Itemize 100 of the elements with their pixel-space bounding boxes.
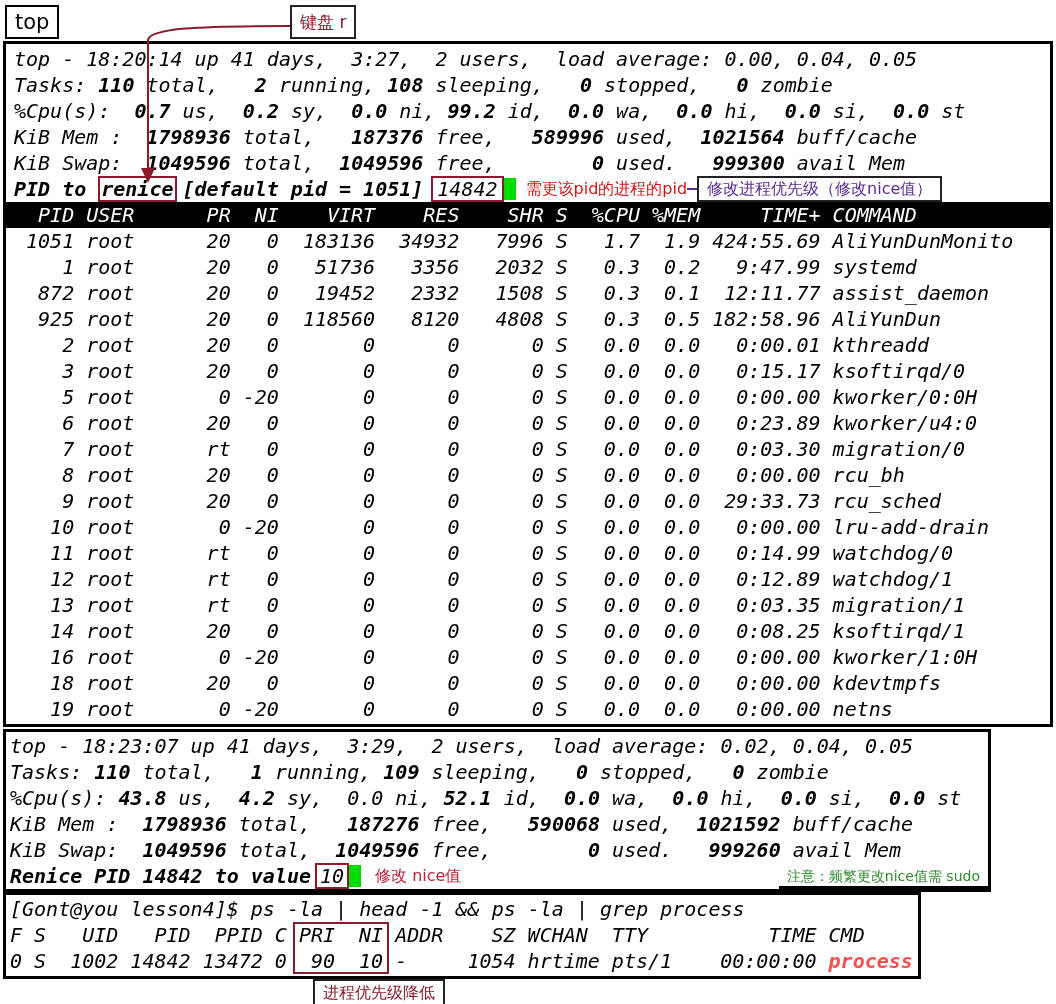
table-cell-text: 0.0 xyxy=(663,618,701,644)
table-cell-text: 5 xyxy=(61,384,75,410)
table-cell-text: root xyxy=(86,384,136,410)
column-header[interactable]: SHR xyxy=(471,202,544,228)
table-cell-text: 0 xyxy=(530,592,544,618)
table-cell: S xyxy=(555,670,568,696)
table-cell-text: 0 xyxy=(265,228,279,254)
annotation-label: 修改进程优先级（修改nice值） xyxy=(697,176,943,202)
table-cell-text: migration/0 xyxy=(832,436,967,462)
annotation-label: 键盘 r xyxy=(290,5,357,39)
table-cell: S xyxy=(555,254,568,280)
table-cell-text: 0 xyxy=(265,436,279,462)
table-cell-text: root xyxy=(86,228,136,254)
column-header: CMD xyxy=(828,922,866,948)
prompt-text: [default pid = 1051] xyxy=(182,176,424,203)
table-cell-text: kdevtmpfs xyxy=(832,670,942,696)
column-header[interactable]: %CPU xyxy=(579,202,640,228)
table-cell-text: 90 xyxy=(309,948,335,974)
table-cell-text: 0.3 xyxy=(602,254,640,280)
table-cell-text: 0 xyxy=(530,670,544,696)
column-header: UID xyxy=(81,922,119,948)
table-cell-text: 0 xyxy=(446,332,460,358)
table-cell-text: root xyxy=(86,514,136,540)
value-entry[interactable]: 10 xyxy=(315,863,350,889)
table-cell-text: kworker/0:0H xyxy=(832,384,979,410)
table-cell-text: root xyxy=(86,696,136,722)
table-cell-text: 0 xyxy=(446,540,460,566)
table-cell-text: 51736 xyxy=(313,254,376,280)
table-cell-text: 13 xyxy=(49,592,75,618)
table-cell: S xyxy=(555,462,568,488)
table-cell-text: 1.7 xyxy=(602,228,640,254)
table-cell: S xyxy=(555,358,568,384)
terminal-line: KiB Swap: 1049596 total, 1049596 free, 0 used. 999260 avail Mem xyxy=(10,837,903,863)
table-cell: S xyxy=(555,592,568,618)
table-cell: S xyxy=(555,540,568,566)
table-cell-text: 0 xyxy=(446,514,460,540)
terminal-line: KiB Mem : 1798936 total, 187276 free, 590068 used, 1021592 buff/cache xyxy=(10,811,915,837)
table-cell-text: 7 xyxy=(61,436,75,462)
table-cell: S xyxy=(555,488,568,514)
column-header[interactable]: PR xyxy=(194,202,231,228)
column-header[interactable]: COMMAND xyxy=(832,202,1042,228)
table-cell-text: rcu_bh xyxy=(832,462,906,488)
table-cell-text: rt xyxy=(205,540,231,566)
table-cell-text: 0.0 xyxy=(602,566,640,592)
table-cell-text: 0.0 xyxy=(663,540,701,566)
table-cell-text: rt xyxy=(205,566,231,592)
column-header[interactable]: TIME+ xyxy=(712,202,821,228)
table-cell: 14842 xyxy=(130,948,191,974)
table-cell-text: rt xyxy=(205,436,231,462)
terminal-line: Tasks: 110 total, 2 running, 108 sleeping, 0 stopped, 0 zombie xyxy=(14,72,834,98)
column-header[interactable]: NI xyxy=(242,202,279,228)
table-cell-text: 0.0 xyxy=(663,670,701,696)
table-cell-text: 0.0 xyxy=(663,696,701,722)
table-cell-text: 0 xyxy=(362,514,376,540)
table-cell-text: 0 xyxy=(446,670,460,696)
table-cell-text: 0 xyxy=(446,618,460,644)
column-header[interactable]: RES xyxy=(387,202,460,228)
table-cell: -20 xyxy=(242,644,279,670)
pid-entry[interactable]: 14842 xyxy=(431,176,504,202)
table-cell-text: 0 xyxy=(265,358,279,384)
table-cell-text: 1.9 xyxy=(663,228,701,254)
table-cell-text: 0 xyxy=(362,696,376,722)
table-cell-text: 1508 xyxy=(494,280,544,306)
table-cell-text: 0.0 xyxy=(663,358,701,384)
table-cell-text: 0 xyxy=(446,436,460,462)
column-header: S xyxy=(34,922,47,948)
table-cell-text: 0.0 xyxy=(663,514,701,540)
table-cell-text: 20 xyxy=(205,228,231,254)
table-cell-text: 0:00.01 xyxy=(735,332,821,358)
column-header[interactable]: S xyxy=(555,202,568,228)
table-cell-text: 1002 xyxy=(69,948,119,974)
table-cell-text: 0 xyxy=(362,436,376,462)
table-cell-text: 2332 xyxy=(410,280,460,306)
column-header[interactable]: %MEM xyxy=(652,202,701,228)
table-cell: 0 xyxy=(10,948,23,974)
table-cell: S xyxy=(555,384,568,410)
terminal-line: KiB Swap: 1049596 total, 1049596 free, 0 used. 999300 avail Mem xyxy=(14,150,907,176)
table-cell-text: 29:33.73 xyxy=(723,488,821,514)
tab-label[interactable]: top xyxy=(5,5,60,39)
table-cell-text: 6 xyxy=(61,410,75,436)
table-cell-text: 0 xyxy=(446,592,460,618)
table-cell-text: 0 xyxy=(362,566,376,592)
column-header[interactable]: PID xyxy=(14,202,75,228)
column-header: TIME xyxy=(767,922,817,948)
column-header[interactable]: VIRT xyxy=(290,202,376,228)
table-cell-text: 9:47.99 xyxy=(735,254,821,280)
terminal-line: Tasks: 110 total, 1 running, 109 sleeping, 0 stopped, 0 zombie xyxy=(10,759,830,785)
table-cell-text: 20 xyxy=(205,670,231,696)
table-cell-text: 20 xyxy=(205,254,231,280)
table-cell-text: AliYunDunMonito xyxy=(832,228,1015,254)
table-cell-text: 3356 xyxy=(410,254,460,280)
table-cell-text: 0.0 xyxy=(602,358,640,384)
table-cell-text: 0 xyxy=(217,696,231,722)
table-cell-text: 1051 xyxy=(25,228,75,254)
table-cell-text: 19 xyxy=(49,696,75,722)
table-cell-text: 0.2 xyxy=(663,254,701,280)
table-cell-text: root xyxy=(86,566,136,592)
column-header[interactable]: USER xyxy=(86,202,183,228)
table-cell: hrtime xyxy=(527,948,600,974)
table-cell-text: 20 xyxy=(205,410,231,436)
